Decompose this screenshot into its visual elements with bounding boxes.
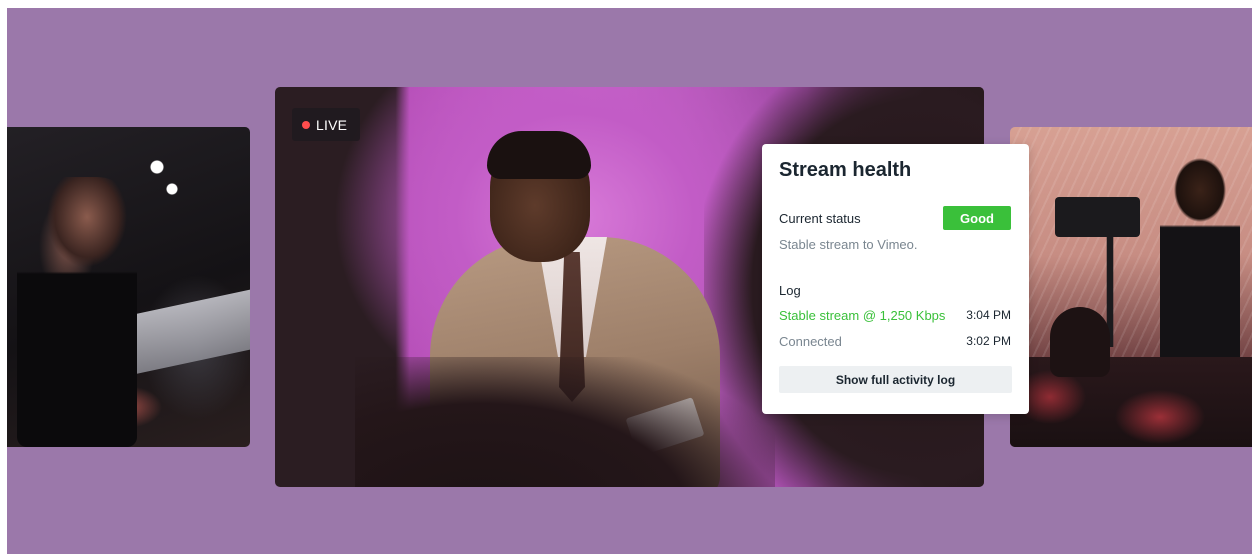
show-full-activity-log-button[interactable]: Show full activity log xyxy=(779,366,1012,393)
foreground-shadow-bottom xyxy=(355,357,775,487)
mixing-console xyxy=(127,288,250,376)
status-description: Stable stream to Vimeo. xyxy=(779,237,918,252)
log-entry: Stable stream @ 1,250 Kbps 3:04 PM xyxy=(779,308,1011,323)
presenter-hair xyxy=(487,131,591,179)
log-entry: Connected 3:02 PM xyxy=(779,334,1011,349)
log-heading: Log xyxy=(779,283,801,298)
panel-title: Stream health xyxy=(779,159,912,181)
current-status-label: Current status xyxy=(779,211,861,226)
audience-member xyxy=(1050,307,1110,377)
log-entry-time: 3:04 PM xyxy=(966,308,1011,322)
control-room-photo xyxy=(7,127,250,447)
video-camera xyxy=(1055,197,1140,237)
live-dot-icon xyxy=(302,120,310,129)
live-label: LIVE xyxy=(316,116,348,133)
log-entry-message: Stable stream @ 1,250 Kbps xyxy=(779,308,946,323)
stage-background xyxy=(7,8,1252,554)
audience-seats xyxy=(1010,357,1252,447)
log-entry-message: Connected xyxy=(779,334,842,349)
status-badge: Good xyxy=(943,206,1011,230)
live-badge: LIVE xyxy=(292,108,361,141)
stream-health-panel: Stream health Current status Good Stable… xyxy=(762,144,1029,414)
log-entry-time: 3:02 PM xyxy=(966,334,1011,348)
operator-figure xyxy=(17,177,137,447)
camera-operator-photo xyxy=(1010,127,1252,447)
